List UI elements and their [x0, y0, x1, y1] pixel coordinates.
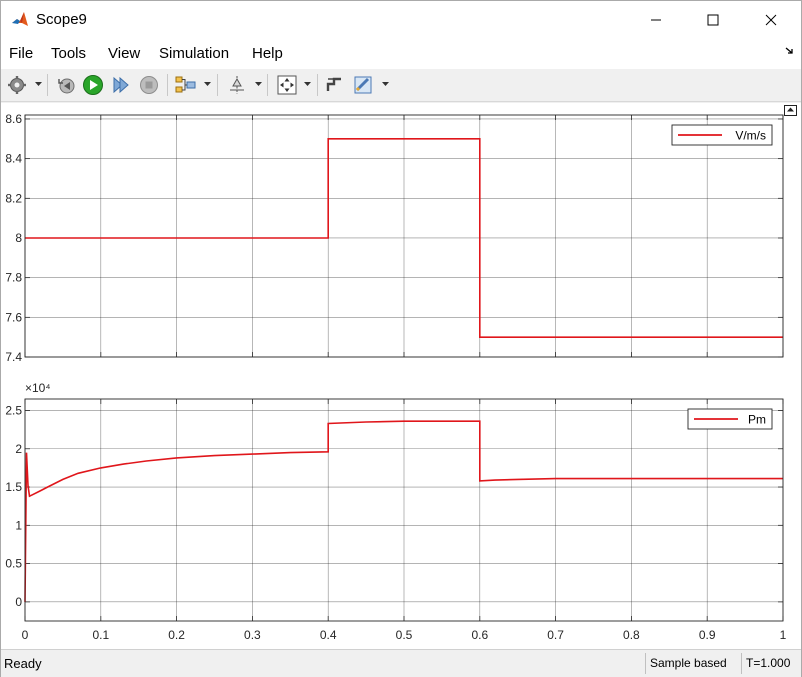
x-tick-label: 0.8 — [623, 628, 640, 642]
y-exponent-label: ×10⁴ — [25, 381, 51, 395]
cursor-measure-icon — [230, 76, 244, 94]
zoom-dropdown-icon[interactable] — [303, 79, 311, 89]
undock-icon[interactable] — [784, 105, 797, 116]
window-title: Scope9 — [36, 11, 87, 28]
stop-icon — [140, 76, 158, 94]
maximize-icon — [707, 14, 719, 26]
x-tick-label: 0.1 — [92, 628, 109, 642]
step-back-button[interactable] — [54, 73, 78, 97]
x-tick-label: 1 — [780, 628, 787, 642]
x-tick-label: 0.6 — [471, 628, 488, 642]
legend-label: V/m/s — [735, 129, 766, 143]
y-tick-label: 7.4 — [5, 350, 22, 364]
menu-tools[interactable]: Tools — [51, 45, 86, 62]
cursor-measure-button[interactable] — [225, 73, 249, 97]
style-button[interactable] — [351, 73, 375, 97]
scope-plot-area: 7.4 7.6 7.8 8 8.2 8.4 8.6 V/m/s 0 0.1 0.2 0.3 0.4 0.5… — [1, 103, 801, 649]
y-tick-label: 1.5 — [5, 480, 22, 494]
x-tick-label: 0.5 — [396, 628, 413, 642]
menu-simulation[interactable]: Simulation — [159, 45, 229, 62]
toolbar-separator — [317, 74, 318, 96]
matlab-logo-icon — [11, 11, 29, 29]
x-tick-label: 0.7 — [547, 628, 564, 642]
highlight-dropdown-icon[interactable] — [203, 79, 211, 89]
run-button[interactable] — [81, 73, 105, 97]
signal-select-button[interactable] — [323, 73, 347, 97]
y-tick-label: 8.2 — [5, 191, 22, 205]
toolbar-separator — [217, 74, 218, 96]
legend-label: Pm — [748, 413, 766, 427]
maximize-button[interactable] — [690, 1, 736, 39]
status-sample-mode: Sample based — [645, 653, 731, 674]
menu-help[interactable]: Help — [252, 45, 283, 62]
menu-view[interactable]: View — [108, 45, 140, 62]
y-tick-label: 7.6 — [5, 310, 22, 324]
status-time: T=1.000 — [741, 653, 794, 674]
signal-select-icon — [326, 77, 341, 91]
menu-collapse-arrow-icon[interactable] — [785, 45, 795, 59]
settings-dropdown-icon[interactable] — [34, 79, 42, 89]
toolbar — [1, 69, 801, 102]
step-forward-icon — [113, 76, 129, 94]
y-tick-label: 8 — [15, 231, 22, 245]
axes-1: 7.4 7.6 7.8 8 8.2 8.4 8.6 V/m/s — [5, 112, 784, 364]
style-dropdown-icon[interactable] — [381, 79, 389, 89]
measure-dropdown-icon[interactable] — [254, 79, 262, 89]
axes-2: 0 0.1 0.2 0.3 0.4 0.5 0.6 0.7 0.8 0.9 1 0 0.5 1 1.5 2 2.… — [5, 381, 786, 642]
close-button[interactable] — [748, 1, 794, 39]
status-bar: Ready Sample based T=1.000 — [1, 649, 801, 677]
highlight-block-button[interactable] — [174, 73, 198, 97]
minimize-button[interactable] — [633, 1, 679, 39]
toolbar-separator — [47, 74, 48, 96]
y-tick-label: 1 — [15, 518, 22, 532]
y-tick-label: 2.5 — [5, 403, 22, 417]
x-tick-label: 0.9 — [699, 628, 716, 642]
title-bar[interactable]: Scope9 — [1, 1, 801, 39]
close-icon — [765, 14, 777, 26]
y-tick-label: 0 — [15, 595, 22, 609]
x-tick-label: 0.4 — [320, 628, 337, 642]
zoom-fit-icon — [277, 75, 297, 95]
step-forward-button[interactable] — [109, 73, 133, 97]
step-back-icon — [58, 78, 75, 94]
highlight-block-icon — [175, 76, 196, 93]
y-tick-label: 8.6 — [5, 112, 22, 126]
menu-bar: File Tools View Simulation Help — [1, 39, 801, 69]
x-tick-label: 0 — [22, 628, 29, 642]
menu-file[interactable]: File — [9, 45, 33, 62]
x-tick-label: 0.3 — [244, 628, 261, 642]
status-ready: Ready — [4, 656, 42, 671]
style-icon — [354, 76, 372, 94]
settings-button[interactable] — [5, 73, 29, 97]
run-icon — [83, 75, 103, 95]
scope-window: Scope9 File Tools View Simulation Help 7… — [0, 0, 802, 677]
gear-icon — [8, 76, 26, 94]
x-tick-label: 0.2 — [168, 628, 185, 642]
zoom-fit-button[interactable] — [275, 73, 299, 97]
y-tick-label: 2 — [15, 442, 22, 456]
y-tick-label: 7.8 — [5, 271, 22, 285]
minimize-icon — [651, 19, 661, 21]
y-tick-label: 8.4 — [5, 152, 22, 166]
y-tick-label: 0.5 — [5, 557, 22, 571]
scope-plots[interactable]: 7.4 7.6 7.8 8 8.2 8.4 8.6 V/m/s 0 0.1 0.2 0.3 0.4 0.5… — [1, 103, 801, 649]
toolbar-separator — [167, 74, 168, 96]
stop-button[interactable] — [137, 73, 161, 97]
toolbar-separator — [267, 74, 268, 96]
